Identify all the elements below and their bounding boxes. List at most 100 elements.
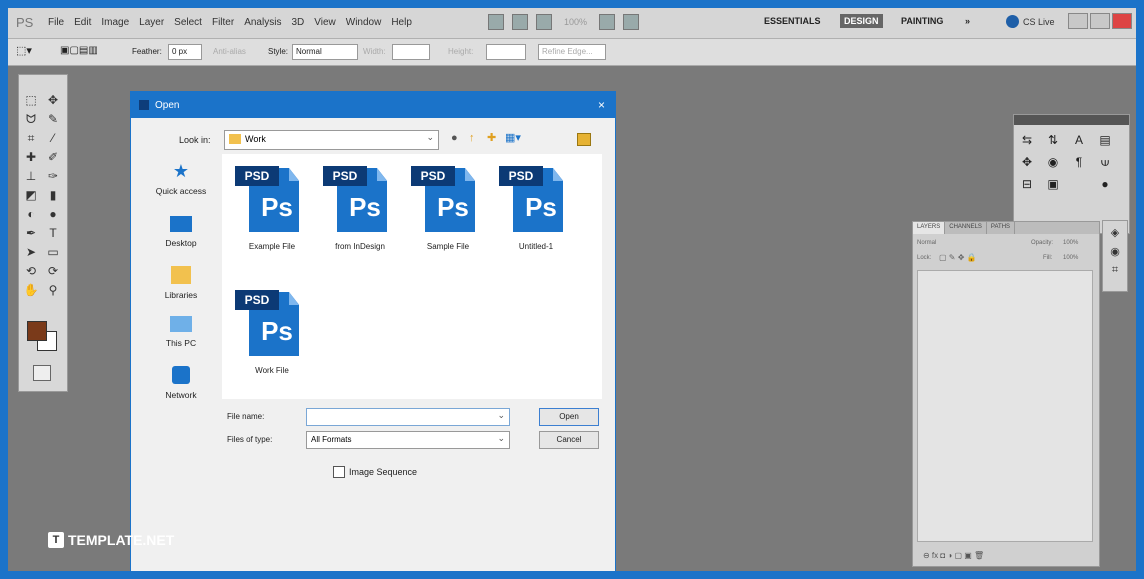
type-icon[interactable]: T [45,226,61,241]
chevron-down-icon[interactable]: ⌄ [497,410,505,421]
info-icon[interactable]: ● [1096,177,1114,193]
move-icon[interactable]: ✥ [45,93,61,108]
tab-paths[interactable]: PATHS [987,222,1016,234]
menu-3d[interactable]: 3D [291,17,304,28]
paragraph-styles-icon[interactable]: ▤ [1096,133,1114,149]
workspace-essentials[interactable]: ESSENTIALS [764,16,821,26]
file-item[interactable]: PSD Ps Untitled-1 [496,162,576,251]
layers-dock-icon[interactable]: ◈ [1108,226,1122,240]
menu-help[interactable]: Help [391,17,412,28]
blur-icon[interactable]: ◐ [23,207,39,222]
menu-image[interactable]: Image [101,17,129,28]
zoom-level[interactable]: 100% [560,17,591,27]
stamp-icon[interactable]: ⊥ [23,169,39,184]
history-icon[interactable]: ⇅ [1044,133,1062,149]
workspace-design[interactable]: DESIGN [840,14,883,28]
layers-footer-icons[interactable]: ⊖ fx ◘ ◑ ▢ ▣ 🗑 [923,551,984,560]
menu-edit[interactable]: Edit [74,17,91,28]
marquee-tool-icon[interactable]: ⬚▾ [16,44,32,57]
antialias-checkbox[interactable]: Anti-alias [213,47,246,56]
shape-icon[interactable]: ▭ [45,245,61,260]
height-input[interactable] [486,44,526,60]
file-item[interactable]: PSD Ps from InDesign [320,162,400,251]
3d-rotate-icon[interactable]: ⟲ [23,264,39,279]
cslive[interactable]: CS Live [1006,15,1055,28]
arrange-icon[interactable] [599,14,616,30]
open-button[interactable]: Open [539,408,599,426]
folder-action-icon[interactable] [577,133,591,146]
brush-icon[interactable]: ✐ [45,150,61,165]
menu-select[interactable]: Select [174,17,202,28]
brush-preset-icon[interactable]: ✥ [1018,155,1036,171]
look-in-select[interactable]: Work ⌄ [224,130,439,150]
workspace-painting[interactable]: PAINTING [901,16,943,26]
width-input[interactable] [392,44,430,60]
refine-edge-button[interactable]: Refine Edge... [538,44,606,60]
quick-select-icon[interactable]: ✎ [45,112,61,127]
place-network[interactable]: Network [143,366,219,400]
selection-mode-icons[interactable]: ▣▢▤▥ [60,45,98,56]
zoom-icon[interactable]: ⚲ [45,283,61,298]
place-quick-access[interactable]: ★ Quick access [143,162,219,196]
quick-mask-icon[interactable] [33,365,51,381]
place-this-pc[interactable]: This PC [143,316,219,348]
place-libraries[interactable]: Libraries [143,266,219,300]
transform-dock-icon[interactable]: ⌗ [1108,264,1122,278]
files-of-type-select[interactable]: All Formats ⌄ [306,431,510,449]
new-folder-icon[interactable]: ✚ [487,132,499,144]
dialog-close-icon[interactable]: × [598,98,605,112]
menu-file[interactable]: File [48,17,64,28]
screen-mode-icon[interactable] [623,14,640,30]
dodge-icon[interactable]: ● [45,207,61,222]
minimize-button[interactable] [1068,13,1088,29]
paragraph-icon[interactable]: ¶ [1070,155,1088,171]
gradient-icon[interactable]: ▮ [45,188,61,203]
bridge-icon[interactable] [488,14,504,30]
feather-input[interactable]: 0 px [168,44,202,60]
pen-icon[interactable]: ✒ [23,226,39,241]
maximize-button[interactable] [1090,13,1110,29]
swatches-icon[interactable]: ⇆ [1018,133,1036,149]
menu-window[interactable]: Window [346,17,382,28]
eyedropper-icon[interactable]: ⁄ [45,131,61,146]
style-select[interactable]: Normal [292,44,358,60]
fill-input[interactable]: 100% [1063,255,1078,261]
blend-mode-select[interactable]: Normal [917,240,936,246]
panel-header[interactable] [1014,115,1129,125]
back-icon[interactable]: ● [451,132,463,144]
view-menu-icon[interactable]: ▦▾ [505,132,525,144]
minibridge-icon[interactable] [512,14,528,30]
cancel-button[interactable]: Cancel [539,431,599,449]
crop-icon[interactable]: ⌗ [23,131,39,146]
opacity-input[interactable]: 100% [1063,240,1078,246]
3d-orbit-icon[interactable]: ⟳ [45,264,61,279]
brush-panel-icon[interactable]: ◉ [1044,155,1062,171]
actions-icon[interactable]: ⟒ [1096,155,1114,171]
file-item[interactable]: PSD Ps Work File [232,286,312,375]
eraser-icon[interactable]: ◩ [23,188,39,203]
path-select-icon[interactable]: ➤ [23,245,39,260]
lasso-icon[interactable]: ᗢ [23,112,39,127]
tab-layers[interactable]: LAYERS [913,222,946,234]
clone-source-icon[interactable]: ⊟ [1018,177,1036,193]
lock-icons[interactable]: ▢ ✎ ✥ 🔒 [939,253,977,262]
menu-view[interactable]: View [314,17,336,28]
close-window-button[interactable] [1112,13,1132,29]
hand-icon[interactable]: ✋ [23,283,39,298]
menu-analysis[interactable]: Analysis [244,17,281,28]
history-brush-icon[interactable]: ✑ [45,169,61,184]
file-item[interactable]: PSD Ps Sample File [408,162,488,251]
file-name-input[interactable]: ⌄ [306,408,510,426]
workspace-more[interactable]: » [965,16,970,26]
up-folder-icon[interactable]: ↑ [469,132,481,144]
foreground-color-swatch[interactable] [27,321,47,341]
marquee-icon[interactable]: ⬚ [23,93,39,108]
image-sequence-checkbox[interactable] [333,466,345,478]
masks-dock-icon[interactable]: ◉ [1108,245,1122,259]
file-item[interactable]: PSD Ps Example File [232,162,312,251]
character-icon[interactable]: A [1070,133,1088,149]
healing-icon[interactable]: ✚ [23,150,39,165]
tool-presets-icon[interactable]: ▣ [1044,177,1062,193]
place-desktop[interactable]: Desktop [143,216,219,248]
tab-channels[interactable]: CHANNELS [945,222,987,234]
